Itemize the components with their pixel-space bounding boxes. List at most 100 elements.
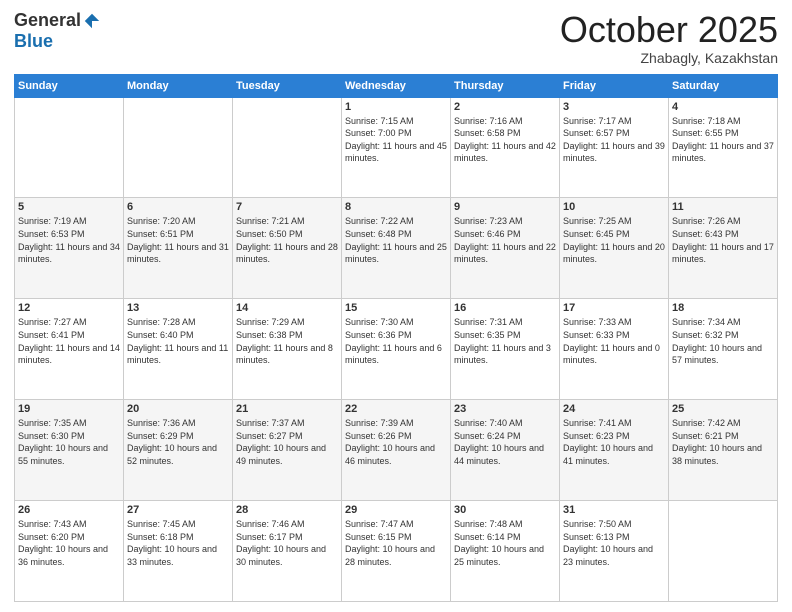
table-cell: 5Sunrise: 7:19 AMSunset: 6:53 PMDaylight…: [15, 198, 124, 299]
table-cell: [669, 501, 778, 602]
day-number: 15: [345, 302, 447, 314]
day-info: Sunrise: 7:46 AMSunset: 6:17 PMDaylight:…: [236, 518, 338, 568]
table-cell: 28Sunrise: 7:46 AMSunset: 6:17 PMDayligh…: [233, 501, 342, 602]
table-cell: 2 Sunrise: 7:16 AMSunset: 6:58 PMDaylight…: [451, 97, 560, 198]
table-cell: 31 Sunrise: 7:50 AMSunset: 6:13 PMDayligh…: [560, 501, 669, 602]
location: Zhabagly, Kazakhstan: [560, 50, 778, 66]
table-cell: 22 Sunrise: 7:39 AMSunset: 6:26 PMDayligh…: [342, 400, 451, 501]
week-row-3: 19 Sunrise: 7:35 AMSunset: 6:30 PMDayligh…: [15, 400, 778, 501]
day-info: Sunrise: 7:15 AMSunset: 7:00 PMDaylight:…: [345, 115, 447, 165]
day-info: Sunrise: 7:20 AMSunset: 6:51 PMDaylight:…: [127, 215, 229, 265]
day-number: 24: [563, 403, 665, 415]
day-number: 30: [454, 504, 556, 516]
day-info: Sunrise: 7:50 AMSunset: 6:13 PMDaylight:…: [563, 518, 665, 568]
day-number: 6: [127, 201, 229, 213]
table-cell: 29 Sunrise: 7:47 AMSunset: 6:15 PMDayligh…: [342, 501, 451, 602]
day-info: Sunrise: 7:31 AMSunset: 6:35 PMDaylight:…: [454, 316, 556, 366]
day-info: Sunrise: 7:29 AMSunset: 6:38 PMDaylight:…: [236, 316, 338, 366]
day-info: Sunrise: 7:22 AMSunset: 6:48 PMDaylight:…: [345, 215, 447, 265]
header-monday: Monday: [124, 74, 233, 97]
day-info: Sunrise: 7:45 AMSunset: 6:18 PMDaylight:…: [127, 518, 229, 568]
day-info: Sunrise: 7:42 AMSunset: 6:21 PMDaylight:…: [672, 417, 774, 467]
page: General Blue October 2025 Zhabagly, Kaza…: [0, 0, 792, 612]
table-cell: 11Sunrise: 7:26 AMSunset: 6:43 PMDayligh…: [669, 198, 778, 299]
day-info: Sunrise: 7:23 AMSunset: 6:46 PMDaylight:…: [454, 215, 556, 265]
day-number: 10: [563, 201, 665, 213]
table-cell: 13Sunrise: 7:28 AMSunset: 6:40 PMDayligh…: [124, 299, 233, 400]
day-info: Sunrise: 7:19 AMSunset: 6:53 PMDaylight:…: [18, 215, 120, 265]
day-info: Sunrise: 7:47 AMSunset: 6:15 PMDaylight:…: [345, 518, 447, 568]
logo-icon: [83, 12, 101, 30]
day-number: 31: [563, 504, 665, 516]
day-info: Sunrise: 7:41 AMSunset: 6:23 PMDaylight:…: [563, 417, 665, 467]
day-info: Sunrise: 7:43 AMSunset: 6:20 PMDaylight:…: [18, 518, 120, 568]
table-cell: 20 Sunrise: 7:36 AMSunset: 6:29 PMDayligh…: [124, 400, 233, 501]
day-number: 1: [345, 101, 447, 113]
table-cell: 27 Sunrise: 7:45 AMSunset: 6:18 PMDayligh…: [124, 501, 233, 602]
day-number: 8: [345, 201, 447, 213]
table-cell: 21Sunrise: 7:37 AMSunset: 6:27 PMDayligh…: [233, 400, 342, 501]
table-cell: 19 Sunrise: 7:35 AMSunset: 6:30 PMDayligh…: [15, 400, 124, 501]
table-cell: 23 Sunrise: 7:40 AMSunset: 6:24 PMDayligh…: [451, 400, 560, 501]
table-cell: 17 Sunrise: 7:33 AMSunset: 6:33 PMDayligh…: [560, 299, 669, 400]
day-number: 25: [672, 403, 774, 415]
day-number: 20: [127, 403, 229, 415]
day-info: Sunrise: 7:34 AMSunset: 6:32 PMDaylight:…: [672, 316, 774, 366]
week-row-2: 12 Sunrise: 7:27 AMSunset: 6:41 PMDayligh…: [15, 299, 778, 400]
header-saturday: Saturday: [669, 74, 778, 97]
table-cell: 16 Sunrise: 7:31 AMSunset: 6:35 PMDayligh…: [451, 299, 560, 400]
day-info: Sunrise: 7:39 AMSunset: 6:26 PMDaylight:…: [345, 417, 447, 467]
table-cell: 6 Sunrise: 7:20 AMSunset: 6:51 PMDaylight…: [124, 198, 233, 299]
table-cell: 3Sunrise: 7:17 AMSunset: 6:57 PMDaylight…: [560, 97, 669, 198]
day-number: 21: [236, 403, 338, 415]
day-number: 11: [672, 201, 774, 213]
day-info: Sunrise: 7:35 AMSunset: 6:30 PMDaylight:…: [18, 417, 120, 467]
table-cell: [15, 97, 124, 198]
table-cell: 18Sunrise: 7:34 AMSunset: 6:32 PMDayligh…: [669, 299, 778, 400]
day-info: Sunrise: 7:21 AMSunset: 6:50 PMDaylight:…: [236, 215, 338, 265]
logo: General Blue: [14, 10, 101, 52]
day-info: Sunrise: 7:27 AMSunset: 6:41 PMDaylight:…: [18, 316, 120, 366]
header-tuesday: Tuesday: [233, 74, 342, 97]
day-info: Sunrise: 7:25 AMSunset: 6:45 PMDaylight:…: [563, 215, 665, 265]
day-number: 29: [345, 504, 447, 516]
day-info: Sunrise: 7:40 AMSunset: 6:24 PMDaylight:…: [454, 417, 556, 467]
day-info: Sunrise: 7:16 AMSunset: 6:58 PMDaylight:…: [454, 115, 556, 165]
day-number: 3: [563, 101, 665, 113]
logo-blue-text: Blue: [14, 31, 53, 52]
table-cell: 1 Sunrise: 7:15 AMSunset: 7:00 PMDaylight…: [342, 97, 451, 198]
week-row-4: 26 Sunrise: 7:43 AMSunset: 6:20 PMDayligh…: [15, 501, 778, 602]
title-area: October 2025 Zhabagly, Kazakhstan: [560, 10, 778, 66]
header-sunday: Sunday: [15, 74, 124, 97]
day-number: 23: [454, 403, 556, 415]
table-cell: 30Sunrise: 7:48 AMSunset: 6:14 PMDayligh…: [451, 501, 560, 602]
table-cell: 15Sunrise: 7:30 AMSunset: 6:36 PMDayligh…: [342, 299, 451, 400]
weekday-header-row: Sunday Monday Tuesday Wednesday Thursday…: [15, 74, 778, 97]
table-cell: 14 Sunrise: 7:29 AMSunset: 6:38 PMDayligh…: [233, 299, 342, 400]
day-number: 26: [18, 504, 120, 516]
table-cell: 25 Sunrise: 7:42 AMSunset: 6:21 PMDayligh…: [669, 400, 778, 501]
day-number: 13: [127, 302, 229, 314]
day-number: 12: [18, 302, 120, 314]
day-number: 16: [454, 302, 556, 314]
calendar-table: Sunday Monday Tuesday Wednesday Thursday…: [14, 74, 778, 602]
day-info: Sunrise: 7:18 AMSunset: 6:55 PMDaylight:…: [672, 115, 774, 165]
day-number: 4: [672, 101, 774, 113]
week-row-0: 1 Sunrise: 7:15 AMSunset: 7:00 PMDaylight…: [15, 97, 778, 198]
day-info: Sunrise: 7:36 AMSunset: 6:29 PMDaylight:…: [127, 417, 229, 467]
header-friday: Friday: [560, 74, 669, 97]
day-info: Sunrise: 7:33 AMSunset: 6:33 PMDaylight:…: [563, 316, 665, 366]
table-cell: 26 Sunrise: 7:43 AMSunset: 6:20 PMDayligh…: [15, 501, 124, 602]
table-cell: [124, 97, 233, 198]
table-cell: 9 Sunrise: 7:23 AMSunset: 6:46 PMDaylight…: [451, 198, 560, 299]
day-number: 22: [345, 403, 447, 415]
day-number: 27: [127, 504, 229, 516]
header: General Blue October 2025 Zhabagly, Kaza…: [14, 10, 778, 66]
day-number: 9: [454, 201, 556, 213]
day-number: 2: [454, 101, 556, 113]
day-number: 17: [563, 302, 665, 314]
table-cell: 7Sunrise: 7:21 AMSunset: 6:50 PMDaylight…: [233, 198, 342, 299]
table-cell: 12 Sunrise: 7:27 AMSunset: 6:41 PMDayligh…: [15, 299, 124, 400]
day-number: 14: [236, 302, 338, 314]
day-number: 19: [18, 403, 120, 415]
